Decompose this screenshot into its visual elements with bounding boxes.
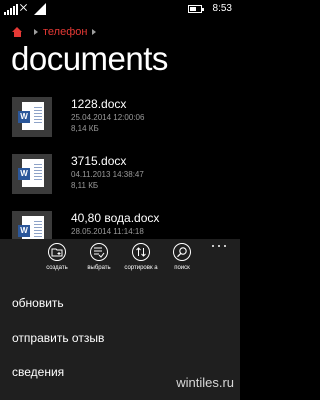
battery-icon bbox=[188, 5, 204, 13]
file-size: 8,11 КБ bbox=[71, 181, 99, 190]
file-name: 1228.docx bbox=[71, 97, 127, 111]
file-thumbnail: W bbox=[12, 97, 52, 137]
breadcrumb-item-phone[interactable]: телефон bbox=[43, 26, 87, 38]
word-document-icon: W bbox=[18, 102, 44, 130]
menu-item-refresh[interactable]: обновить bbox=[12, 296, 64, 310]
create-button[interactable]: создать bbox=[37, 243, 77, 272]
file-list-item[interactable]: W 3715.docx 04.11.2013 14:38:47 8,11 КБ bbox=[12, 154, 232, 194]
app-bar: создать выбрать сортировк а поиск обнови… bbox=[0, 239, 240, 400]
sort-button[interactable]: сортировк а bbox=[121, 243, 161, 272]
file-list-item[interactable]: W 1228.docx 25.04.2014 12:00:06 8,14 КБ bbox=[12, 97, 232, 137]
menu-item-about[interactable]: сведения bbox=[12, 365, 64, 379]
breadcrumb-separator-icon bbox=[92, 29, 97, 35]
create-button-label: создать bbox=[46, 265, 68, 271]
watermark: wintiles.ru bbox=[176, 375, 234, 390]
breadcrumb: телефон bbox=[12, 25, 101, 39]
file-thumbnail: W bbox=[12, 154, 52, 194]
file-name: 3715.docx bbox=[71, 154, 127, 168]
file-date: 28.05.2014 11:14:18 bbox=[71, 227, 144, 236]
search-icon bbox=[173, 243, 191, 261]
no-sim-icon bbox=[20, 4, 27, 11]
select-icon bbox=[90, 243, 108, 261]
home-icon[interactable] bbox=[12, 27, 23, 37]
search-button[interactable]: поиск bbox=[162, 243, 202, 272]
sort-icon bbox=[132, 243, 150, 261]
status-clock: 8:53 bbox=[212, 3, 232, 14]
breadcrumb-separator-icon bbox=[34, 29, 38, 35]
signal-strength-icon bbox=[4, 3, 18, 15]
search-button-label: поиск bbox=[174, 265, 190, 271]
menu-item-send-feedback[interactable]: отправить отзыв bbox=[12, 331, 104, 345]
select-button-label: выбрать bbox=[87, 265, 111, 271]
wifi-icon bbox=[34, 3, 46, 15]
file-date: 25.04.2014 12:00:06 bbox=[71, 113, 145, 122]
more-options-icon[interactable] bbox=[212, 243, 226, 249]
file-date: 04.11.2013 14:38:47 bbox=[71, 170, 144, 179]
sort-button-label: сортировк а bbox=[124, 265, 158, 271]
status-bar: 8:53 bbox=[0, 0, 240, 18]
word-document-icon: W bbox=[18, 159, 44, 187]
file-size: 8,14 КБ bbox=[71, 124, 99, 133]
page-title: documents bbox=[11, 40, 168, 77]
file-name: 40,80 вода.docx bbox=[71, 211, 160, 225]
new-folder-icon bbox=[48, 243, 66, 261]
select-button[interactable]: выбрать bbox=[79, 243, 119, 272]
